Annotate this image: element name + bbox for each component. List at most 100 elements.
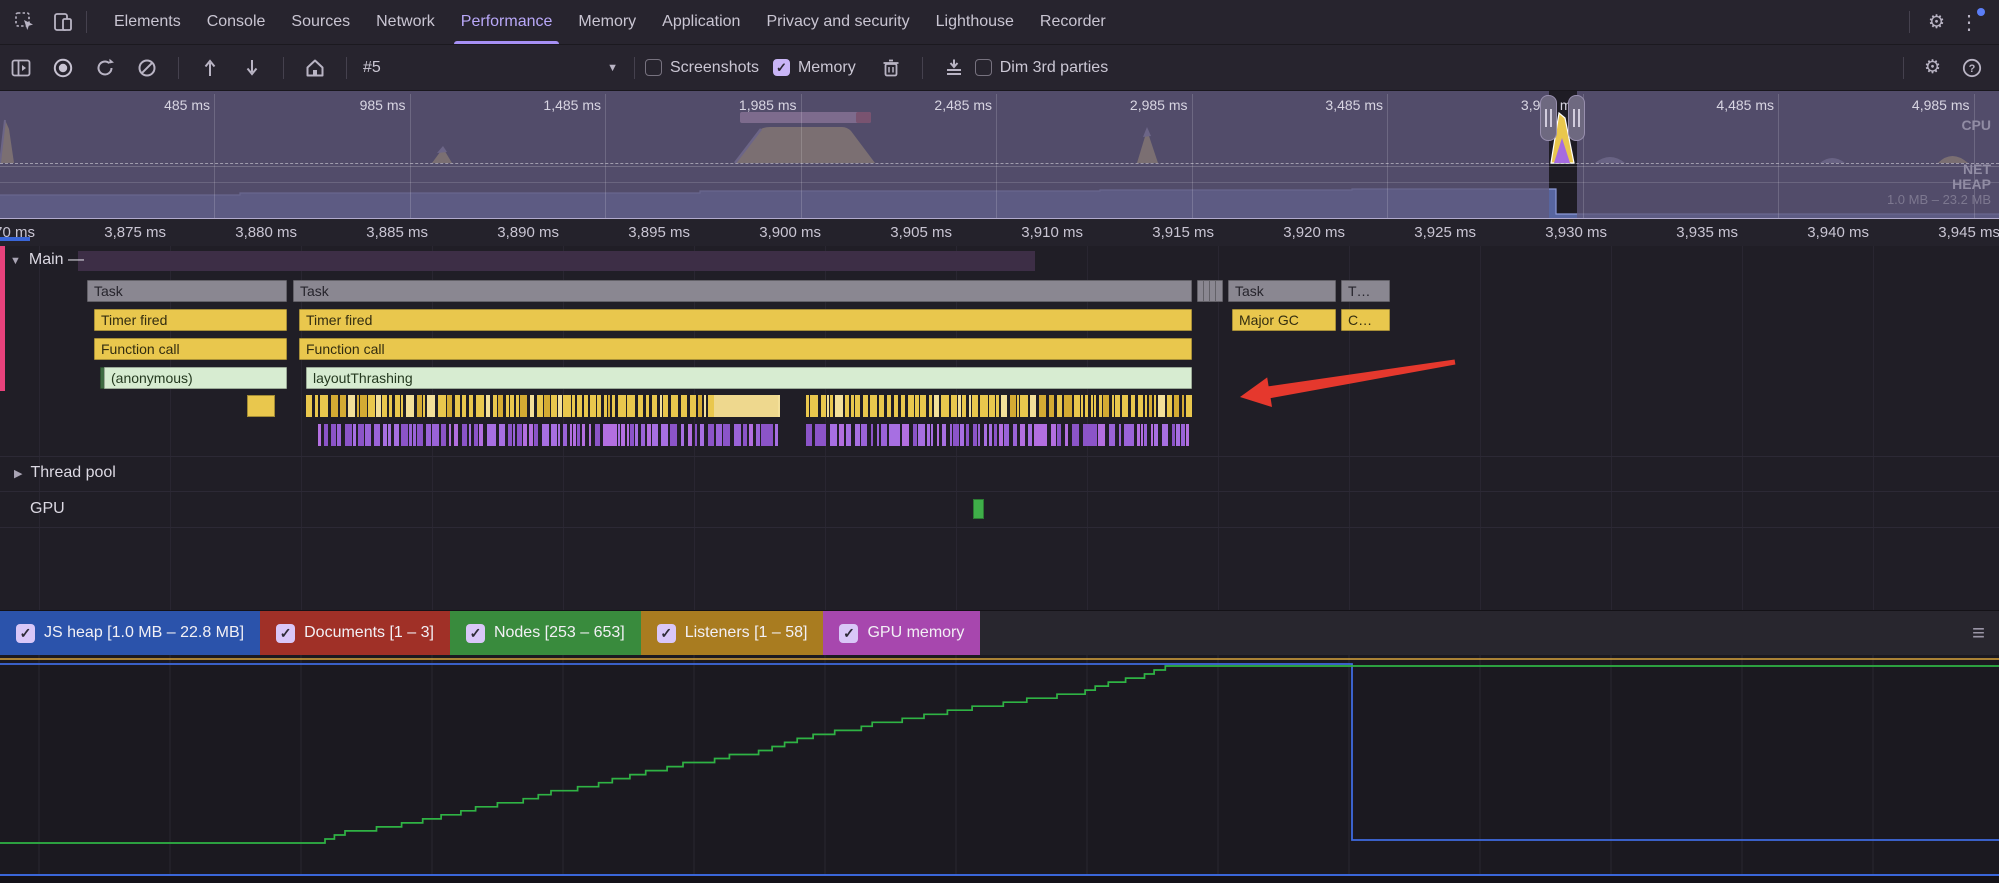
thread-pool-track-header[interactable]: ▶Thread pool	[14, 464, 116, 482]
flame-stripe[interactable]	[604, 395, 607, 417]
flame-stripe[interactable]	[577, 395, 582, 417]
flame-stripe[interactable]	[409, 424, 412, 446]
flame-stripe[interactable]	[537, 395, 543, 417]
flame-stripe[interactable]	[1122, 395, 1128, 417]
flame-stripe[interactable]	[989, 424, 992, 446]
legend-item-nodes[interactable]: ✓Nodes [253 – 653]	[450, 611, 641, 655]
flame-stripe[interactable]	[595, 424, 600, 446]
dim-3rd-parties-checkbox[interactable]: ✓	[975, 59, 992, 76]
flame-stripe[interactable]	[498, 395, 503, 417]
flame-stripe[interactable]	[476, 395, 484, 417]
gpu-activity-bar[interactable]	[973, 499, 984, 519]
flame-stripe[interactable]	[618, 395, 626, 417]
flame-stripe[interactable]	[508, 424, 512, 446]
flame-stripe[interactable]	[1176, 424, 1180, 446]
flame-stripe[interactable]	[1112, 395, 1114, 417]
flame-stripe[interactable]	[516, 395, 519, 417]
flame-stripe[interactable]	[973, 424, 977, 446]
flame-stripe[interactable]	[627, 395, 635, 417]
flame-stripe[interactable]	[942, 424, 946, 446]
flame-stripe[interactable]	[1039, 395, 1046, 417]
flame-stripe[interactable]	[374, 424, 380, 446]
flame-stripe[interactable]	[337, 424, 341, 446]
flame-stripe[interactable]	[950, 424, 952, 446]
device-toolbar-icon[interactable]	[50, 9, 76, 35]
flame-stripe[interactable]	[902, 424, 909, 446]
flame-stripe[interactable]	[999, 424, 1003, 446]
settings-gear-icon[interactable]: ⚙	[1920, 13, 1953, 32]
flame-stripe[interactable]	[913, 424, 917, 446]
flame-stripe[interactable]	[345, 424, 352, 446]
flame-stripe[interactable]	[348, 395, 355, 417]
flame-bar-task[interactable]: Task	[87, 280, 287, 302]
flame-stripe[interactable]	[1034, 424, 1047, 446]
flame-stripe[interactable]	[690, 395, 696, 417]
flame-stripe[interactable]	[839, 424, 844, 446]
legend-checkbox[interactable]: ✓	[466, 624, 485, 643]
flame-stripe[interactable]	[401, 395, 403, 417]
flame-bar-timer-fired[interactable]: Timer fired	[94, 309, 287, 331]
flame-stripe[interactable]	[894, 395, 898, 417]
flame-stripe[interactable]	[661, 424, 668, 446]
flame-stripe[interactable]	[517, 424, 522, 446]
flame-stripe[interactable]	[929, 395, 932, 417]
flame-stripe[interactable]	[994, 424, 997, 446]
flame-stripe[interactable]	[1167, 395, 1172, 417]
flame-stripe[interactable]	[958, 395, 961, 417]
flame-stripe[interactable]	[551, 424, 557, 446]
record-button[interactable]	[50, 55, 76, 81]
flame-stripe[interactable]	[247, 395, 275, 417]
flame-stripe[interactable]	[827, 395, 829, 417]
home-icon[interactable]	[302, 55, 328, 81]
flame-stripe[interactable]	[1151, 424, 1153, 446]
flame-stripe[interactable]	[1049, 395, 1054, 417]
flame-stripe[interactable]	[510, 395, 514, 417]
flame-stripe[interactable]	[1010, 395, 1016, 417]
flame-stripe[interactable]	[417, 424, 423, 446]
legend-item-gpu[interactable]: ✓GPU memory	[823, 611, 980, 655]
flame-stripe[interactable]	[641, 424, 645, 446]
flame-stripe[interactable]	[432, 424, 439, 446]
flame-stripe[interactable]	[1181, 424, 1185, 446]
flame-stripe[interactable]	[1149, 395, 1152, 417]
flame-stripe[interactable]	[542, 424, 549, 446]
flame-stripe[interactable]	[318, 424, 321, 446]
flame-stripe[interactable]	[1085, 395, 1088, 417]
flame-stripe[interactable]	[980, 395, 988, 417]
flame-stripe[interactable]	[1013, 424, 1017, 446]
flame-stripe[interactable]	[357, 395, 359, 417]
flame-stripe[interactable]	[915, 395, 919, 417]
flame-stripe[interactable]	[688, 424, 692, 446]
flame-stripe[interactable]	[584, 395, 588, 417]
flame-stripe[interactable]	[887, 395, 891, 417]
tab-performance[interactable]: Performance	[448, 0, 566, 44]
flame-stripe[interactable]	[395, 395, 400, 417]
flame-stripe[interactable]	[608, 395, 610, 417]
flame-stripe[interactable]	[513, 424, 515, 446]
flame-stripe[interactable]	[589, 424, 591, 446]
flame-stripe[interactable]	[908, 395, 914, 417]
flame-stripe[interactable]	[1154, 395, 1156, 417]
flame-bar-function-call[interactable]: Function call	[299, 338, 1192, 360]
flame-stripe[interactable]	[670, 424, 677, 446]
main-track-header[interactable]: ▼Main —	[10, 251, 84, 269]
flame-stripe[interactable]	[530, 395, 534, 417]
flame-stripe[interactable]	[1158, 395, 1165, 417]
flame-bar-task[interactable]: Task	[1228, 280, 1336, 302]
flame-stripe[interactable]	[734, 424, 741, 446]
flame-stripe[interactable]	[315, 395, 318, 417]
tab-lighthouse[interactable]: Lighthouse	[923, 0, 1027, 44]
flame-stripe[interactable]	[877, 424, 879, 446]
flame-stripe[interactable]	[618, 424, 620, 446]
legend-checkbox[interactable]: ✓	[839, 624, 858, 643]
flame-stripe[interactable]	[426, 424, 431, 446]
flame-stripe[interactable]	[417, 395, 422, 417]
profile-select[interactable]: #5 ▼	[363, 59, 618, 77]
flame-stripe[interactable]	[635, 424, 638, 446]
flame-stripe[interactable]	[572, 395, 575, 417]
flame-stripe[interactable]	[331, 424, 336, 446]
flame-stripe[interactable]	[406, 395, 414, 417]
flame-stripe[interactable]	[558, 395, 562, 417]
flame-stripe[interactable]	[671, 395, 678, 417]
flame-stripe[interactable]	[951, 395, 957, 417]
